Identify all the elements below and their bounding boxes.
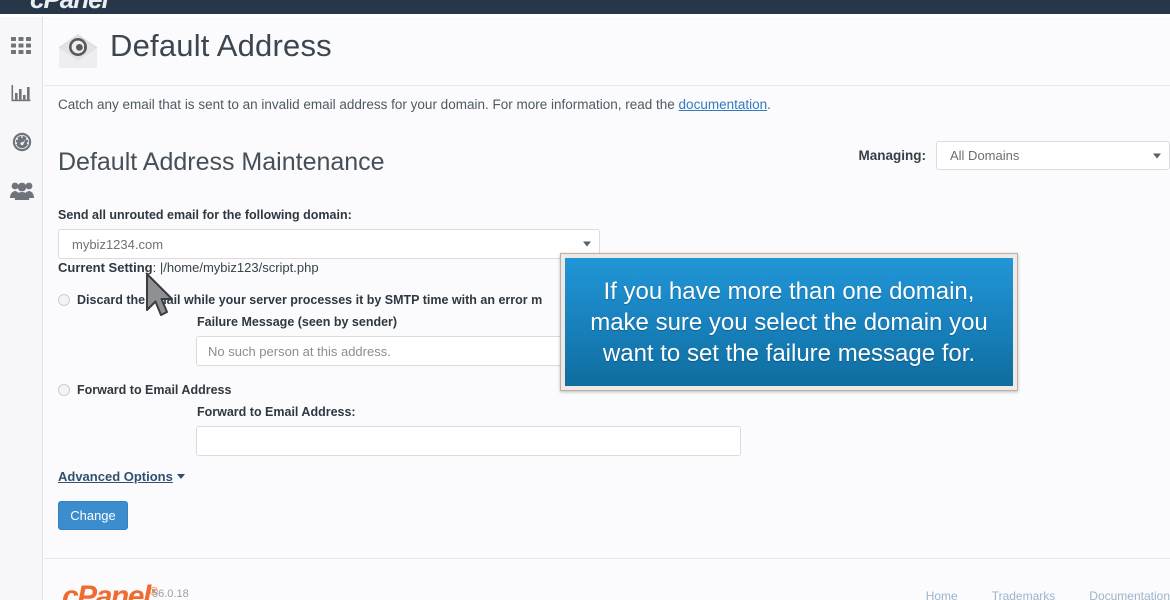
managing-selected-value: All Domains <box>950 148 1020 163</box>
callout-text: If you have more than one domain, make s… <box>590 277 988 367</box>
chevron-down-icon <box>583 241 591 247</box>
gauge-icon <box>11 131 33 153</box>
apps-grid-icon <box>10 37 33 55</box>
bar-chart-icon <box>11 84 33 104</box>
left-sidebar <box>0 17 43 600</box>
discard-option-row[interactable]: Discard the email while your server proc… <box>58 293 542 307</box>
cpanel-default-address-page: cPanel <box>0 0 1170 600</box>
forward-option-label: Forward to Email Address <box>77 383 232 397</box>
change-button[interactable]: Change <box>58 501 128 530</box>
section-heading: Default Address Maintenance <box>58 148 385 176</box>
page-header: Default Address <box>44 17 1170 86</box>
footer-links: Home Trademarks Documentation <box>926 589 1170 600</box>
forward-option-row[interactable]: Forward to Email Address <box>58 383 231 397</box>
users-icon <box>9 181 34 200</box>
managing-label: Managing: <box>858 148 927 163</box>
documentation-link[interactable]: documentation <box>679 97 768 112</box>
domain-select-label: Send all unrouted email for the followin… <box>58 208 352 222</box>
cpanel-header-logo[interactable]: cPanel <box>30 0 109 14</box>
forward-email-label: Forward to Email Address: <box>197 405 356 419</box>
envelope-at-icon <box>56 31 100 71</box>
advanced-options-toggle[interactable]: Advanced Options <box>58 469 185 484</box>
chevron-down-icon <box>176 474 185 479</box>
discard-radio-button[interactable] <box>58 294 70 306</box>
callout-body: If you have more than one domain, make s… <box>565 258 1013 386</box>
description-text-before: Catch any email that is sent to an inval… <box>58 97 679 112</box>
page-description: Catch any email that is sent to an inval… <box>58 97 771 112</box>
footer-link-trademarks[interactable]: Trademarks <box>992 589 1056 600</box>
domain-select[interactable]: mybiz1234.com <box>58 229 600 259</box>
page-title: Default Address <box>110 28 332 63</box>
footer-link-documentation[interactable]: Documentation <box>1089 589 1170 600</box>
footer-link-home[interactable]: Home <box>926 589 958 600</box>
cpanel-version: 56.0.18 <box>152 588 189 600</box>
current-setting-value: : |/home/mybiz123/script.php <box>152 260 319 275</box>
instruction-callout: If you have more than one domain, make s… <box>560 253 1018 391</box>
cpanel-footer-logo-text: cPanel <box>62 580 151 600</box>
forward-email-input[interactable] <box>196 426 741 456</box>
advanced-options-label: Advanced Options <box>58 469 173 484</box>
domain-selected-value: mybiz1234.com <box>72 236 164 252</box>
sidebar-item-user-manager[interactable] <box>0 168 43 212</box>
managing-domain-select[interactable]: All Domains <box>936 141 1170 170</box>
forward-radio-button[interactable] <box>58 384 70 396</box>
chevron-down-icon <box>1153 153 1161 158</box>
failure-message-value: No such person at this address. <box>208 343 391 359</box>
sidebar-item-dashboard[interactable] <box>0 120 43 164</box>
sidebar-item-statistics[interactable] <box>0 72 43 116</box>
current-setting: Current Setting: |/home/mybiz123/script.… <box>58 260 319 275</box>
top-navigation-bar: cPanel <box>0 0 1170 14</box>
sidebar-item-apps[interactable] <box>0 24 43 68</box>
managing-control: Managing: All Domains <box>859 141 1170 170</box>
current-setting-label: Current Setting <box>58 260 153 275</box>
discard-option-label: Discard the email while your server proc… <box>77 293 543 307</box>
footer-divider <box>44 558 1170 559</box>
description-text-after: . <box>767 97 771 112</box>
failure-message-label: Failure Message (seen by sender) <box>197 315 398 329</box>
cpanel-footer-logo: cPanel® <box>62 580 158 600</box>
